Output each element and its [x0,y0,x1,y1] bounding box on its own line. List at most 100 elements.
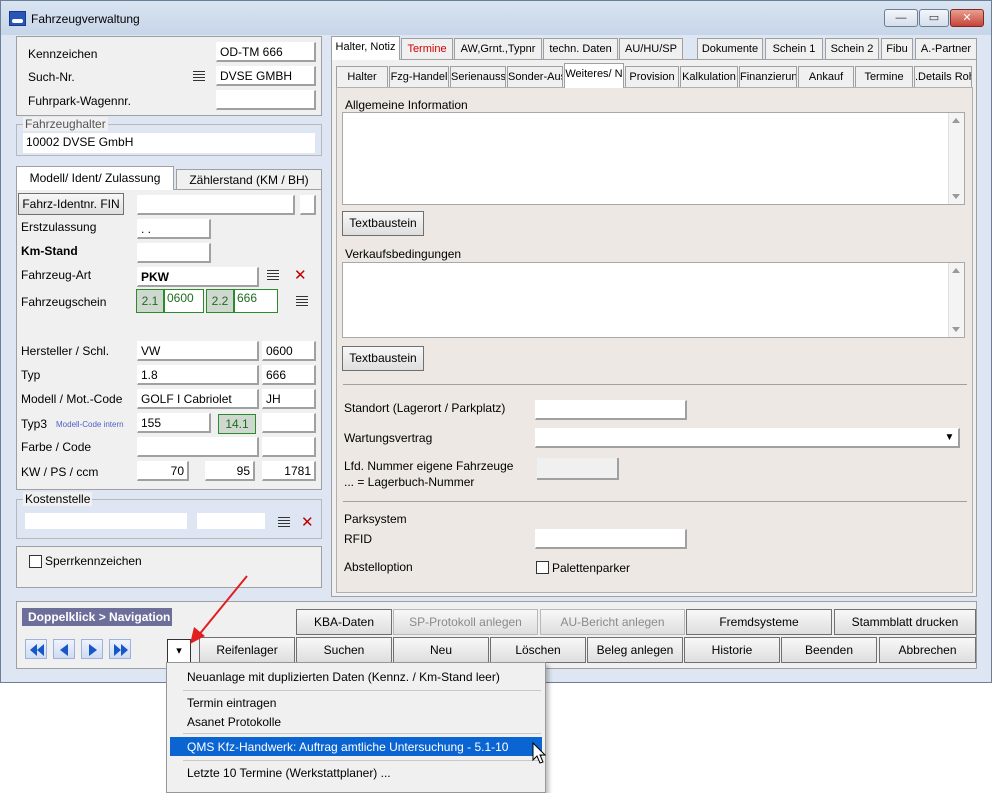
tab-au-hu-sp[interactable]: AU/HU/SP [619,38,683,60]
textbaustein-button-2[interactable]: Textbaustein [342,346,424,371]
lfd-nummer-field [537,458,619,480]
farbe-field[interactable] [137,437,259,457]
kostenstelle-caption: Kostenstelle [23,492,93,506]
fin-button[interactable]: Fahrz-Identnr. FIN [18,193,124,215]
context-menu: Neuanlage mit duplizierten Daten (Kennz.… [166,662,546,793]
minimize-button[interactable]: — [884,9,918,27]
fuhrpark-field[interactable] [216,90,316,110]
close-button[interactable]: ✕ [950,9,984,27]
nav-next-button[interactable] [81,639,103,659]
fin-extra-field[interactable] [300,195,316,215]
suchnr-field[interactable]: DVSE GMBH [216,66,316,86]
allg-info-textarea[interactable] [342,112,965,205]
maximize-button[interactable]: ▭ [919,9,949,27]
nav-first-button[interactable] [25,639,47,659]
tab-zaehlerstand[interactable]: Zählerstand (KM / BH) [176,169,322,190]
list-icon[interactable] [296,296,308,307]
standort-field[interactable] [535,400,687,420]
nav-prev-button[interactable] [53,639,75,659]
ps-field[interactable]: 95 [205,461,255,481]
typ-field[interactable]: 1.8 [137,365,259,385]
subtab-finanzierung[interactable]: Finanzierung [739,66,797,87]
beenden-button[interactable]: Beenden [781,637,877,663]
tab-schein-1[interactable]: Schein 1 [765,38,823,60]
subtab-details-roh[interactable]: .Details Roh [914,66,972,87]
erstzulassung-label: Erstzulassung [21,220,97,234]
list-icon[interactable] [267,270,279,281]
subtab-fzg-handel[interactable]: Fzg-Handel [389,66,449,87]
abbrechen-button[interactable]: Abbrechen [879,637,976,663]
menu-item-neuanlage[interactable]: Neuanlage mit duplizierten Daten (Kennz.… [187,670,500,684]
erstzulassung-field[interactable]: . . [137,219,211,239]
subtab-termine[interactable]: Termine [855,66,913,87]
wartungsvertrag-select[interactable] [535,428,960,448]
stammblatt-drucken-button[interactable]: Stammblatt drucken [834,609,976,635]
fahrzeugart-field[interactable]: PKW [137,267,259,287]
subtab-sonder-aus[interactable]: Sonder-Aus [507,66,563,87]
suchen-button[interactable]: Suchen [296,637,392,663]
tab-dokumente[interactable]: Dokumente [697,38,763,60]
tab-schein-2[interactable]: Schein 2 [825,38,879,60]
neu-button[interactable]: Neu [393,637,489,663]
kw-field[interactable]: 70 [137,461,189,481]
palettenparker-checkbox[interactable] [536,561,549,574]
menu-item-asanet-protokolle[interactable]: Asanet Protokolle [187,715,281,729]
tab-termine-top[interactable]: Termine [401,38,453,60]
ccm-field[interactable]: 1781 [262,461,316,481]
rfid-field[interactable] [535,529,687,549]
scrollbar[interactable] [948,263,964,337]
tab-a-partner[interactable]: A.-Partner [915,38,977,60]
subtab-halter[interactable]: Halter [336,66,388,87]
list-icon[interactable] [193,71,205,82]
clear-icon[interactable]: ✕ [294,268,307,283]
clear-icon[interactable]: ✕ [301,515,314,530]
loeschen-button[interactable]: Löschen [490,637,586,663]
schein-value-b[interactable]: 666 [234,289,278,313]
fremdsysteme-button[interactable]: Fremdsysteme [686,609,832,635]
nav-last-button[interactable] [109,639,131,659]
kmstand-field[interactable] [137,243,211,263]
motorcode-field[interactable]: JH [262,389,316,409]
list-icon[interactable] [278,517,290,528]
chevron-down-icon[interactable]: ▼ [941,429,958,446]
hersteller-code-field[interactable]: 0600 [262,341,316,361]
fahrzeugschein-label: Fahrzeugschein [21,295,107,309]
schein-code-a: 2.1 [136,289,164,313]
scrollbar[interactable] [948,113,964,204]
kostenstelle-name-field[interactable] [197,513,265,529]
hersteller-field[interactable]: VW [137,341,259,361]
modell-field[interactable]: GOLF I Cabriolet [137,389,259,409]
typ3-field[interactable]: 155 [137,413,211,433]
kba-daten-button[interactable]: KBA-Daten [296,609,392,635]
fin-field[interactable] [137,195,295,215]
tab-halter-notiz[interactable]: Halter, Notiz [331,36,400,60]
kostenstelle-field[interactable] [25,513,187,529]
subtab-kalkulation[interactable]: Kalkulation [680,66,738,87]
verkaufsbedingungen-textarea[interactable] [342,262,965,338]
beleg-anlegen-button[interactable]: Beleg anlegen [587,637,683,663]
divider [343,501,967,502]
menu-item-letzte-termine[interactable]: Letzte 10 Termine (Werkstattplaner) ... [187,766,391,780]
schein-value-a[interactable]: 0600 [164,289,204,313]
tab-modell-ident[interactable]: Modell/ Ident/ Zulassung [16,166,174,190]
tab-aw-grnt[interactable]: AW,Grnt.,Typnr [454,38,542,60]
tab-fibu[interactable]: Fibu [881,38,913,60]
menu-divider [183,733,541,734]
historie-button[interactable]: Historie [684,637,780,663]
menu-item-qms-auftrag[interactable]: QMS Kfz-Handwerk: Auftrag amtliche Unter… [187,740,508,754]
abstelloption-label: Abstelloption [344,560,413,574]
kennzeichen-field[interactable]: OD-TM 666 [216,42,316,62]
textbaustein-button-1[interactable]: Textbaustein [342,211,424,236]
menu-item-termin-eintragen[interactable]: Termin eintragen [187,696,276,710]
sperrkennzeichen-checkbox[interactable] [29,555,42,568]
tab-techn-daten[interactable]: techn. Daten [543,38,618,60]
fahrzeughalter-field[interactable]: 10002 DVSE GmbH [23,133,315,153]
subtab-ankauf[interactable]: Ankauf [798,66,854,87]
subtab-provision[interactable]: Provision [625,66,679,87]
subtab-weiteres[interactable]: Weiteres/ N [564,63,624,88]
farbe-code-field[interactable] [262,437,316,457]
typ3-extra-field[interactable] [262,413,316,433]
title-bar[interactable]: Fahrzeugverwaltung — ▭ ✕ [1,1,991,35]
typ-code-field[interactable]: 666 [262,365,316,385]
subtab-serienausst[interactable]: Serienausst [450,66,506,87]
